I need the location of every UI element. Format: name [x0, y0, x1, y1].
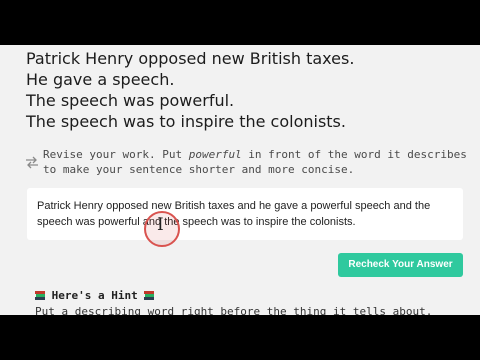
hint-title: Here's a Hint [51, 289, 138, 302]
sentence-2: He gave a speech. [26, 70, 175, 89]
hint-title-row: Here's a Hint [35, 288, 155, 304]
sentence-4: The speech was to inspire the colonists. [26, 112, 346, 131]
video-frame: Patrick Henry opposed new British taxes.… [0, 0, 480, 360]
swap-arrows-icon [25, 155, 39, 169]
instruction-emphasis: powerful [188, 148, 242, 161]
sentence-1: Patrick Henry opposed new British taxes. [26, 49, 355, 68]
text-cursor-icon: I [157, 215, 164, 235]
recheck-answer-button[interactable]: Recheck Your Answer [338, 253, 463, 277]
book-stack-icon-right [144, 289, 155, 300]
answer-line-2: speech was powerful and the speech was t… [37, 216, 356, 228]
hint-body: Put a describing word right before the t… [35, 305, 433, 315]
source-sentences: Patrick Henry opposed new British taxes.… [26, 48, 466, 132]
instruction-text: Revise your work. Put powerful in front … [43, 147, 480, 177]
book-stack-icon [35, 289, 45, 300]
sentence-3: The speech was powerful. [26, 91, 235, 110]
instruction-before: Revise your work. Put [43, 148, 189, 161]
exercise-screen: Patrick Henry opposed new British taxes.… [0, 45, 480, 315]
revision-instruction: Revise your work. Put powerful in front … [25, 147, 470, 181]
answer-textarea[interactable]: Patrick Henry opposed new British taxes … [27, 188, 463, 240]
answer-line-1: Patrick Henry opposed new British taxes … [37, 200, 431, 212]
